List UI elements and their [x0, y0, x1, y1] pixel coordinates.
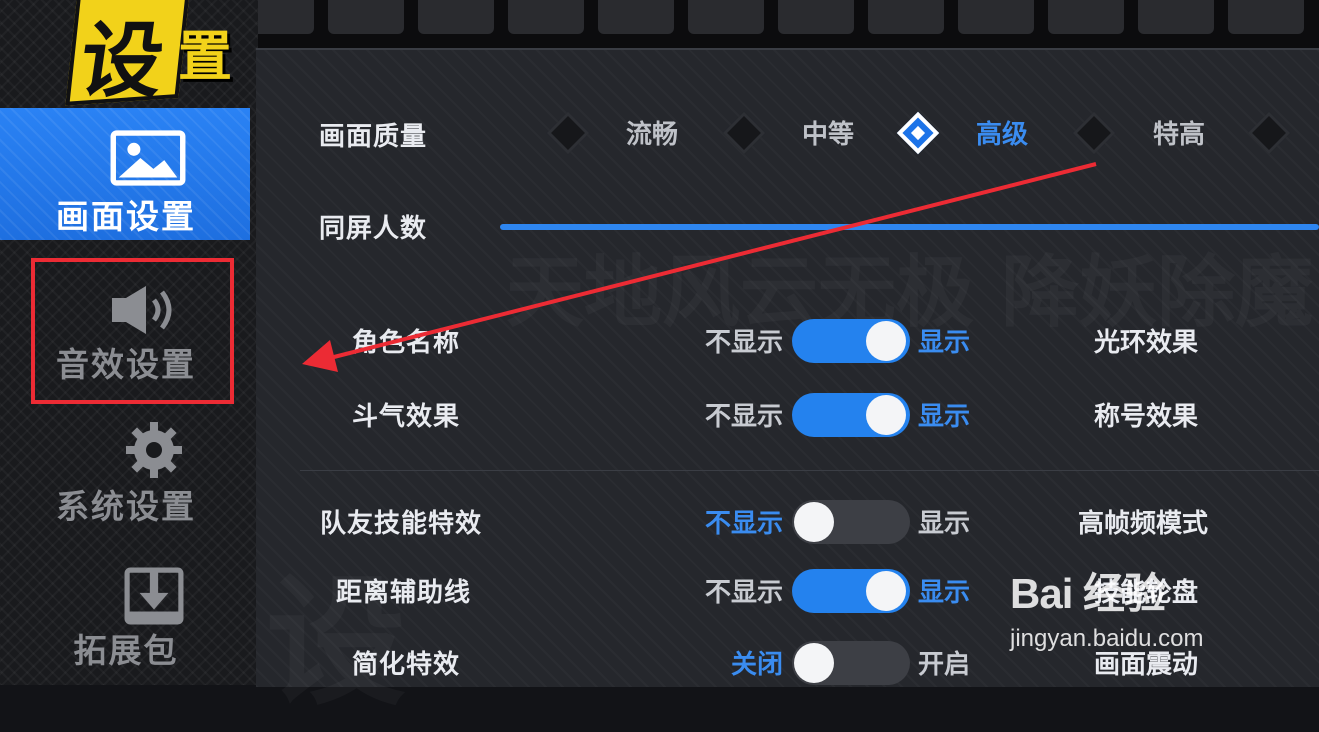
- annotation-arrow: [302, 162, 1097, 372]
